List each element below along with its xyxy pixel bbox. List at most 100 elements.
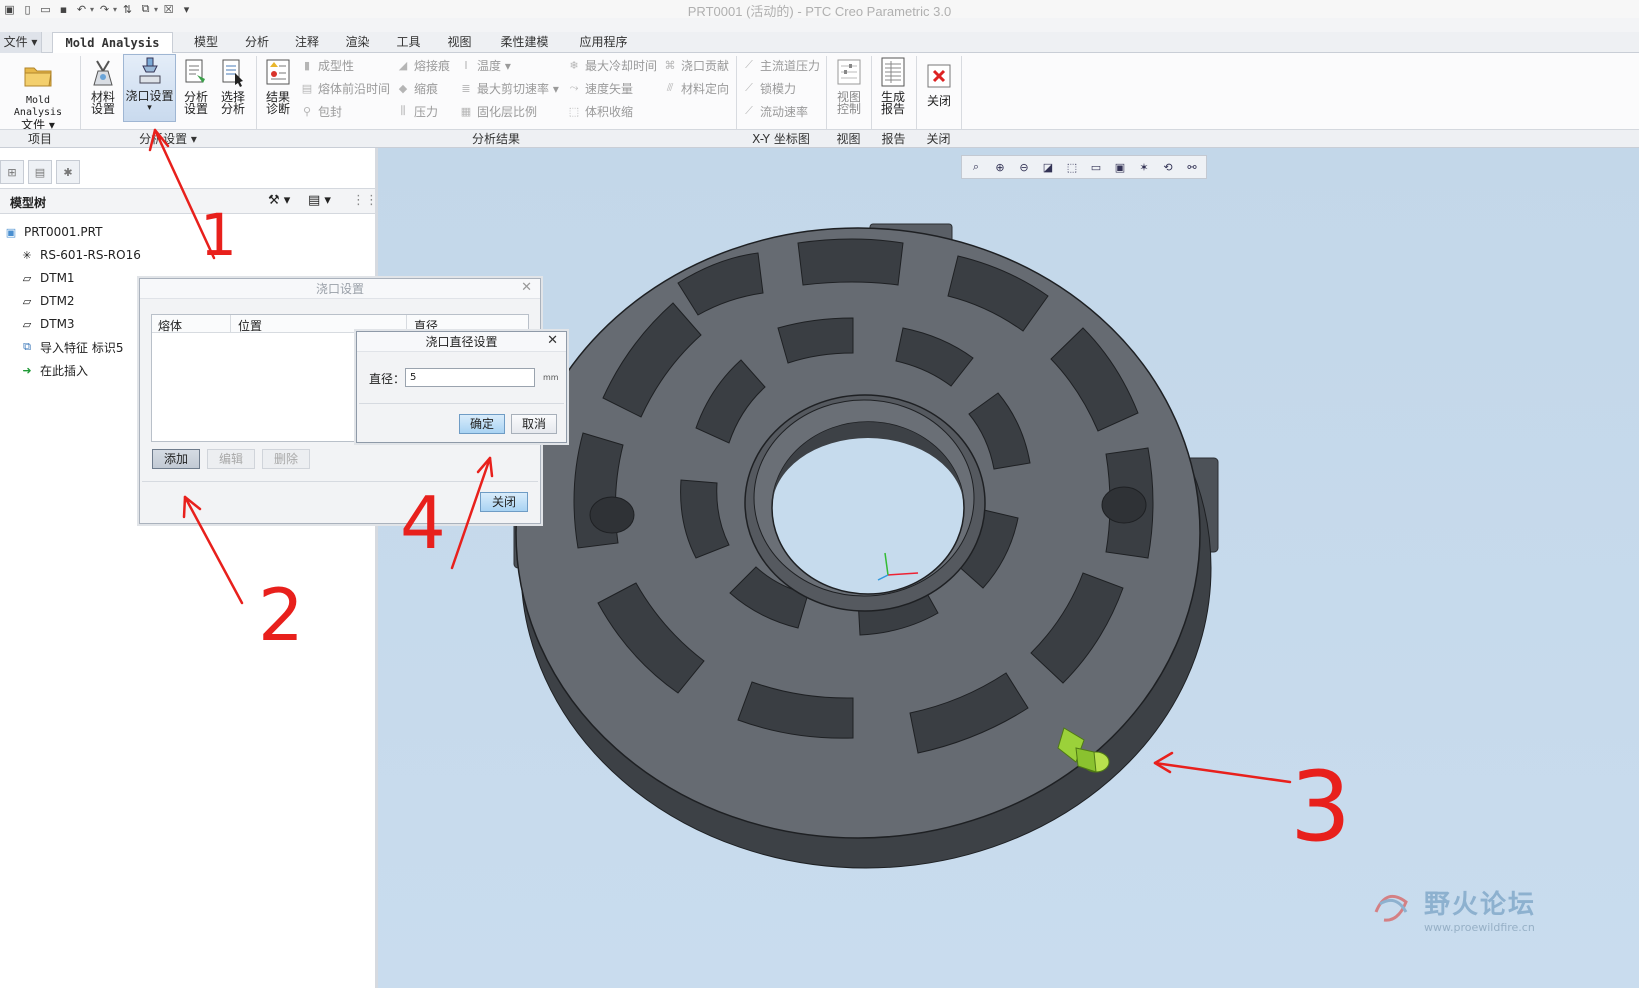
- tab-render[interactable]: 渲染: [332, 32, 383, 53]
- mold-analysis-file-label-1: Mold Analysis: [13, 95, 63, 118]
- clamp-force-item[interactable]: ⟋ 锁模力: [742, 79, 796, 97]
- air-trap-item[interactable]: ⚲ 包封: [300, 102, 342, 120]
- sink-mark-item[interactable]: ◆ 缩痕: [396, 79, 438, 97]
- gate-setup-button[interactable]: 浇口设置 ▾: [123, 54, 176, 122]
- velocity-vector-label: 速度矢量: [585, 81, 634, 96]
- generate-report-button[interactable]: 生成 报告: [876, 56, 910, 115]
- group-label-report: 报告: [881, 132, 906, 146]
- tree-item-label: DTM1: [40, 271, 75, 285]
- gate-contribution-label: 浇口贡献: [681, 58, 730, 73]
- tree-filters-icon[interactable]: ▤ ▾: [308, 193, 331, 208]
- pressure-item[interactable]: ⫼ 压力: [396, 102, 438, 120]
- model-tree-header: 模型树 ⚒ ▾ ▤ ▾ ⋮⋮: [0, 188, 378, 214]
- tab-mold-analysis[interactable]: Mold Analysis: [52, 32, 173, 54]
- fill-time-icon: ▤: [301, 81, 313, 95]
- import-feature-icon: ⧉: [23, 340, 31, 353]
- material-orientation-item[interactable]: ⫻ 材料定向: [663, 79, 729, 97]
- moldability-item[interactable]: ▮ 成型性: [300, 56, 354, 74]
- result-diagnose-button[interactable]: 结果 诊断: [261, 56, 295, 115]
- diameter-label: 直径：: [369, 372, 406, 386]
- tab-model[interactable]: 模型: [180, 32, 232, 53]
- graphics-viewport[interactable]: ⌕ ⊕ ⊖ ◪ ⬚ ▭ ▣ ✶ ⟲ ⚯ 野火论坛 www.proewildfir…: [378, 148, 1639, 988]
- tab-tools[interactable]: 工具: [383, 32, 434, 53]
- gate-setup-dropdown-icon[interactable]: ▾: [147, 102, 152, 114]
- tree-item-label: 在此插入: [40, 363, 89, 378]
- watermark-url: www.proewildfire.cn: [1424, 920, 1535, 934]
- tab-annotate[interactable]: 注释: [282, 32, 332, 53]
- pressure-label: 压力: [414, 104, 439, 119]
- group-label-close: 关闭: [926, 132, 951, 146]
- material-setup-label-2: 设置: [90, 102, 115, 116]
- watermark-text: 野火论坛: [1424, 889, 1537, 920]
- result-diagnose-icon: [263, 56, 293, 88]
- tab-applications[interactable]: 应用程序: [564, 32, 643, 53]
- title-bar: ▣ ▯ ▭ ▪ ↶ ▾ ↷ ▾ ⇅ ⧉ ▾ ☒ ▾ PRT0001 (活动的) - P…: [0, 0, 1639, 19]
- gate-contribution-item[interactable]: ⌘ 浇口贡献: [663, 56, 730, 74]
- group-label-analysis-setup[interactable]: 分析设置 ▾: [80, 130, 256, 149]
- group-label-xy-plot: X-Y 坐标图: [752, 132, 810, 146]
- gate-diameter-dialog-title: 浇口直径设置: [357, 332, 566, 352]
- ribbon-group-labels: 项目 分析设置 ▾ 分析结果 X-Y 坐标图 视图 报告 关闭: [0, 129, 1639, 148]
- sprue-pressure-item[interactable]: ⟋ 主流道压力: [742, 56, 820, 74]
- tree-item-insert-here[interactable]: ➜ 在此插入: [20, 360, 88, 380]
- tree-item-import-feature[interactable]: ⧉ 导入特征 标识5: [20, 337, 123, 357]
- volumetric-shrinkage-item[interactable]: ⬚ 体积收缩: [567, 102, 633, 120]
- sink-mark-label: 缩痕: [414, 81, 439, 96]
- close-mold-analysis-button[interactable]: 关闭: [920, 60, 958, 107]
- cancel-button[interactable]: 取消: [511, 414, 557, 434]
- clamp-force-icon: ⟋: [745, 81, 753, 94]
- add-gate-button[interactable]: 添加: [152, 449, 200, 469]
- temperature-item[interactable]: Ⅰ 温度 ▾: [459, 56, 511, 74]
- tab-analysis[interactable]: 分析: [232, 32, 282, 53]
- tree-item-dtm3[interactable]: ▱ DTM3: [20, 314, 75, 334]
- column-header-location[interactable]: 位置: [238, 317, 262, 334]
- tree-item-dtm1[interactable]: ▱ DTM1: [20, 268, 75, 288]
- material-icon: [88, 56, 118, 88]
- frozen-layer-item[interactable]: ▦ 固化层比例: [459, 102, 537, 120]
- moldability-label: 成型性: [318, 58, 355, 73]
- weld-line-item[interactable]: ◢ 熔接痕: [396, 56, 450, 74]
- close-red-x-icon: [924, 60, 954, 92]
- mold-analysis-file-button[interactable]: Mold Analysis 文件 ▾: [0, 60, 76, 131]
- close-dialog-button[interactable]: 关闭: [480, 492, 528, 512]
- column-header-melt[interactable]: 熔体: [158, 317, 182, 334]
- ok-button[interactable]: 确定: [459, 414, 505, 434]
- close-icon[interactable]: ✕: [547, 333, 558, 348]
- diameter-input[interactable]: [405, 368, 535, 387]
- dialog-divider: [142, 481, 538, 482]
- weld-line-label: 熔接痕: [414, 58, 451, 73]
- fill-time-item[interactable]: ▤ 熔体前沿时间: [300, 79, 390, 97]
- edit-gate-button[interactable]: 编辑: [207, 449, 255, 469]
- material-orientation-label: 材料定向: [681, 81, 730, 96]
- tree-settings-icon[interactable]: ⚒ ▾: [268, 193, 290, 208]
- view-control-label-2: 控制: [836, 102, 861, 116]
- ribbon: Mold Analysis 文件 ▾ 材料 设置 浇口设置 ▾ 分析 设置 选择…: [0, 53, 1639, 131]
- tree-item-label: PRT0001.PRT: [24, 225, 103, 239]
- tab-view[interactable]: 视图: [434, 32, 485, 53]
- tree-item-dtm2[interactable]: ▱ DTM2: [20, 291, 75, 311]
- delete-gate-button[interactable]: 删除: [262, 449, 310, 469]
- analysis-setup-button[interactable]: 分析 设置: [179, 56, 213, 115]
- temperature-label: 温度 ▾: [477, 58, 511, 73]
- folder-browser-tab-icon[interactable]: ▤: [28, 160, 52, 184]
- velocity-vector-item[interactable]: ⤳ 速度矢量: [567, 79, 633, 97]
- analysis-settings-icon: [181, 56, 211, 88]
- close-icon[interactable]: ✕: [521, 280, 532, 295]
- material-setup-button[interactable]: 材料 设置: [86, 56, 120, 115]
- tab-file[interactable]: 文件 ▾: [0, 32, 42, 53]
- weld-line-icon: ◢: [398, 58, 408, 72]
- tree-item-csys[interactable]: ✳ RS-601-RS-RO16: [20, 245, 140, 265]
- dialog-divider: [359, 403, 564, 404]
- tree-columns-icon[interactable]: ⋮⋮: [352, 193, 378, 208]
- tree-item-part[interactable]: ▣ PRT0001.PRT: [4, 222, 103, 242]
- view-control-button[interactable]: 视图 控制: [832, 56, 866, 115]
- favorites-tab-icon[interactable]: ✱: [56, 160, 80, 184]
- view-control-icon: [834, 56, 864, 88]
- gate-contribution-icon: ⌘: [664, 58, 676, 72]
- max-cooling-time-item[interactable]: ❄ 最大冷却时间: [567, 56, 657, 74]
- max-shear-rate-item[interactable]: ≣ 最大剪切速率 ▾: [459, 79, 558, 97]
- select-analysis-button[interactable]: 选择 分析: [216, 56, 250, 115]
- model-tree-tab-icon[interactable]: ⊞: [0, 160, 24, 184]
- flow-rate-item[interactable]: ⟋ 流动速率: [742, 102, 808, 120]
- tab-flexible-modeling[interactable]: 柔性建模: [485, 32, 564, 53]
